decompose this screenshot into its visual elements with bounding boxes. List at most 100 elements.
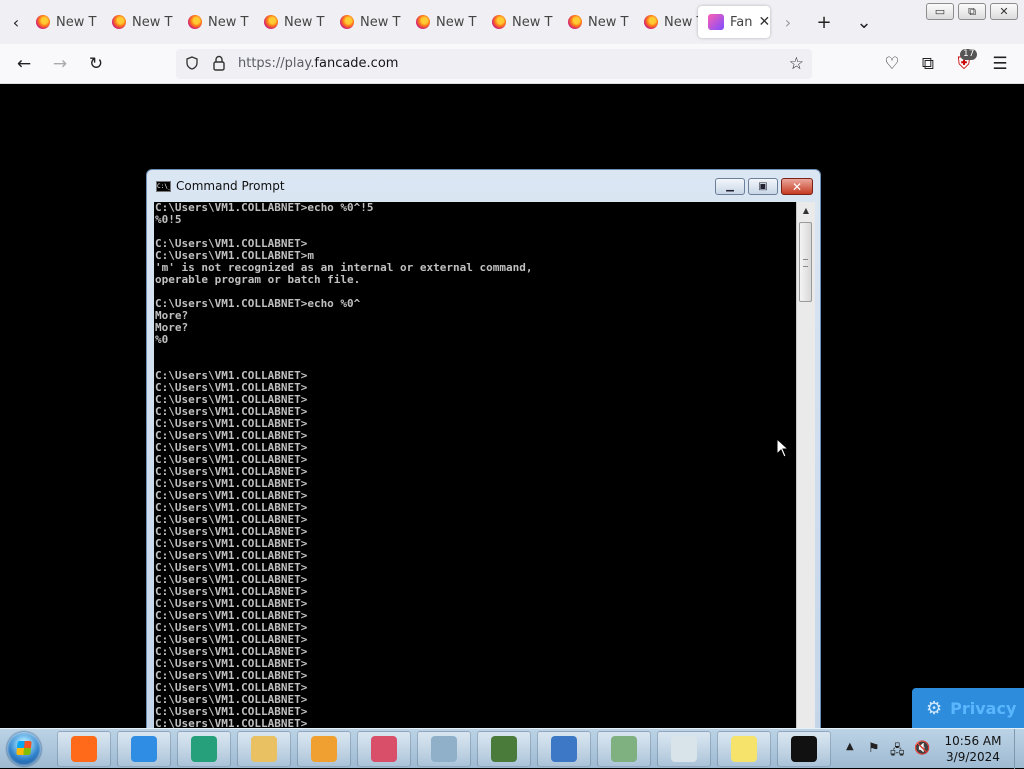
tab-new-tab[interactable]: New T [102,6,174,38]
firefox-icon [188,15,202,29]
task-manager-icon [491,736,517,762]
firefox-icon [340,15,354,29]
firefox-icon [568,15,582,29]
tab-new-tab[interactable]: New T [254,6,326,38]
cmd-maximize-button[interactable]: ▣ [748,178,778,195]
cmd-scrollbar[interactable]: ▲ [796,202,815,728]
taskbar-app-button[interactable] [297,731,351,767]
tab-label: New T [132,14,173,30]
tab-active[interactable]: Fan ✕ [698,6,770,38]
internet-explorer-icon [131,736,157,762]
firefox-icon [71,736,97,762]
privacy-button[interactable]: ⚙ Privacy [912,688,1024,728]
list-all-tabs-button[interactable]: ⌄ [850,8,878,36]
cmd-title: Command Prompt [176,179,285,193]
url-text[interactable]: https://play.fancade.com [238,56,398,71]
extensions-badge: 17 [960,49,978,60]
tab-label: New T [284,14,325,30]
action-center-flag-icon[interactable]: ⚑ [868,741,880,756]
start-button[interactable] [4,730,44,768]
system-clock[interactable]: 10:56 AM 3/9/2024 [930,733,1016,765]
taskbar-app-button[interactable] [657,731,711,767]
cmd-console[interactable]: C:\Users\VM1.COLLABNET>echo %0^!5 %0!5 C:\… [154,202,815,728]
tab-label: New T [56,14,97,30]
tab-new-tab[interactable]: New T [558,6,630,38]
extensions-icon[interactable]: ⧉ [914,50,942,78]
lock-icon[interactable] [212,55,226,71]
cmd-window-icon[interactable]: C:\_ [156,181,171,192]
taskbar-app-button[interactable] [417,731,471,767]
command-prompt-window[interactable]: C:\_ Command Prompt ▁ ▣ ✕ C:\Users\VM1.C… [146,169,821,728]
restore-button[interactable]: ⧉ [958,3,986,20]
document-icon [611,736,637,762]
back-button[interactable]: ← [10,50,38,78]
bookmark-star-icon[interactable]: ☆ [789,54,804,74]
tab-new-tab[interactable]: New T [330,6,402,38]
taskbar-app-button[interactable] [477,731,531,767]
scroll-thumb[interactable] [799,222,812,302]
tab-new-tab[interactable]: New T [178,6,250,38]
cmd-close-button[interactable]: ✕ [781,178,813,195]
cmd-line: C:\Users\VM1.COLLABNET> [155,717,308,729]
address-bar[interactable]: https://play.fancade.com ☆ [176,49,812,79]
snipping-tool-icon [371,736,397,762]
show-desktop-button[interactable] [1014,729,1024,769]
show-hidden-icons-button[interactable]: ▲ [846,741,854,752]
new-tab-button[interactable]: + [810,8,838,36]
network-icon[interactable]: 🖧 [890,741,905,763]
fancade-icon [708,14,724,30]
close-window-button[interactable]: ✕ [990,3,1018,20]
reload-button[interactable]: ↻ [82,50,110,78]
taskbar-app-button[interactable] [357,731,411,767]
tab-label: Fan [730,14,753,30]
tracking-protection-icon[interactable] [186,56,198,70]
tab-new-tab[interactable]: New T [406,6,478,38]
firefox-icon [492,15,506,29]
forward-button[interactable]: → [46,50,74,78]
tab-new-tab[interactable]: New T [26,6,98,38]
navigation-toolbar: ← → ↻ https://play.fancade.com ☆ ♡ ⧉ ⛨ 1… [0,44,1024,84]
tab-label: New T [588,14,629,30]
scroll-up-arrow-icon[interactable]: ▲ [797,202,815,219]
menu-icon[interactable]: ☰ [986,50,1014,78]
cmd-line: C:\Users\VM1.COLLABNET>echo %0^ [155,297,361,310]
tab-new-tab[interactable]: New T [482,6,554,38]
firefox-icon [264,15,278,29]
cmd-line: More? [155,309,189,322]
page-content: C:\_ Command Prompt ▁ ▣ ✕ C:\Users\VM1.C… [0,84,1024,728]
privacy-label: Privacy [950,698,1017,718]
tab-new-tab[interactable]: New T [634,6,706,38]
chat-app-icon [191,736,217,762]
remote-desktop-icon [551,736,577,762]
tab-label: New T [436,14,477,30]
close-icon[interactable]: ✕ [759,14,771,30]
cmd-titlebar[interactable]: C:\_ Command Prompt ▁ ▣ ✕ [147,170,820,202]
tab-label: New T [360,14,401,30]
taskbar: ▲ ⚑ 🖧 🔇 10:56 AM 3/9/2024 [0,728,1024,769]
volume-muted-icon[interactable]: 🔇 [914,741,930,756]
tab-strip: ‹ New T New T New T New T New T New T New T New… [0,0,1024,44]
cmd-minimize-button[interactable]: ▁ [715,178,745,195]
mouse-pointer-icon [776,438,790,458]
sticky-notes-icon [731,736,757,762]
taskbar-app-button[interactable] [717,731,771,767]
pocket-icon[interactable]: ♡ [878,50,906,78]
tab-scroll-right-button[interactable]: › [776,8,800,36]
taskbar-app-button[interactable] [597,731,651,767]
tab-scroll-left-button[interactable]: ‹ [4,8,28,36]
taskbar-app-button[interactable] [537,731,591,767]
taskbar-app-button[interactable] [777,731,831,767]
minimize-button[interactable]: ▭ [926,3,954,20]
firefox-icon [112,15,126,29]
media-player-icon [311,736,337,762]
cmd-line: C:\Users\VM1.COLLABNET>echo %0^!5 [155,202,374,214]
taskbar-app-button[interactable] [237,731,291,767]
paint-icon [671,736,697,762]
cmd-output: C:\Users\VM1.COLLABNET>echo %0^!5 %0!5 C:\… [155,202,533,728]
gear-icon: ⚙ [926,697,943,719]
url-prefix: https://play. [238,56,315,71]
taskbar-app-button[interactable] [177,731,231,767]
taskbar-app-button[interactable] [117,731,171,767]
taskbar-app-button[interactable] [57,731,111,767]
cmd-line: More? [155,321,189,334]
